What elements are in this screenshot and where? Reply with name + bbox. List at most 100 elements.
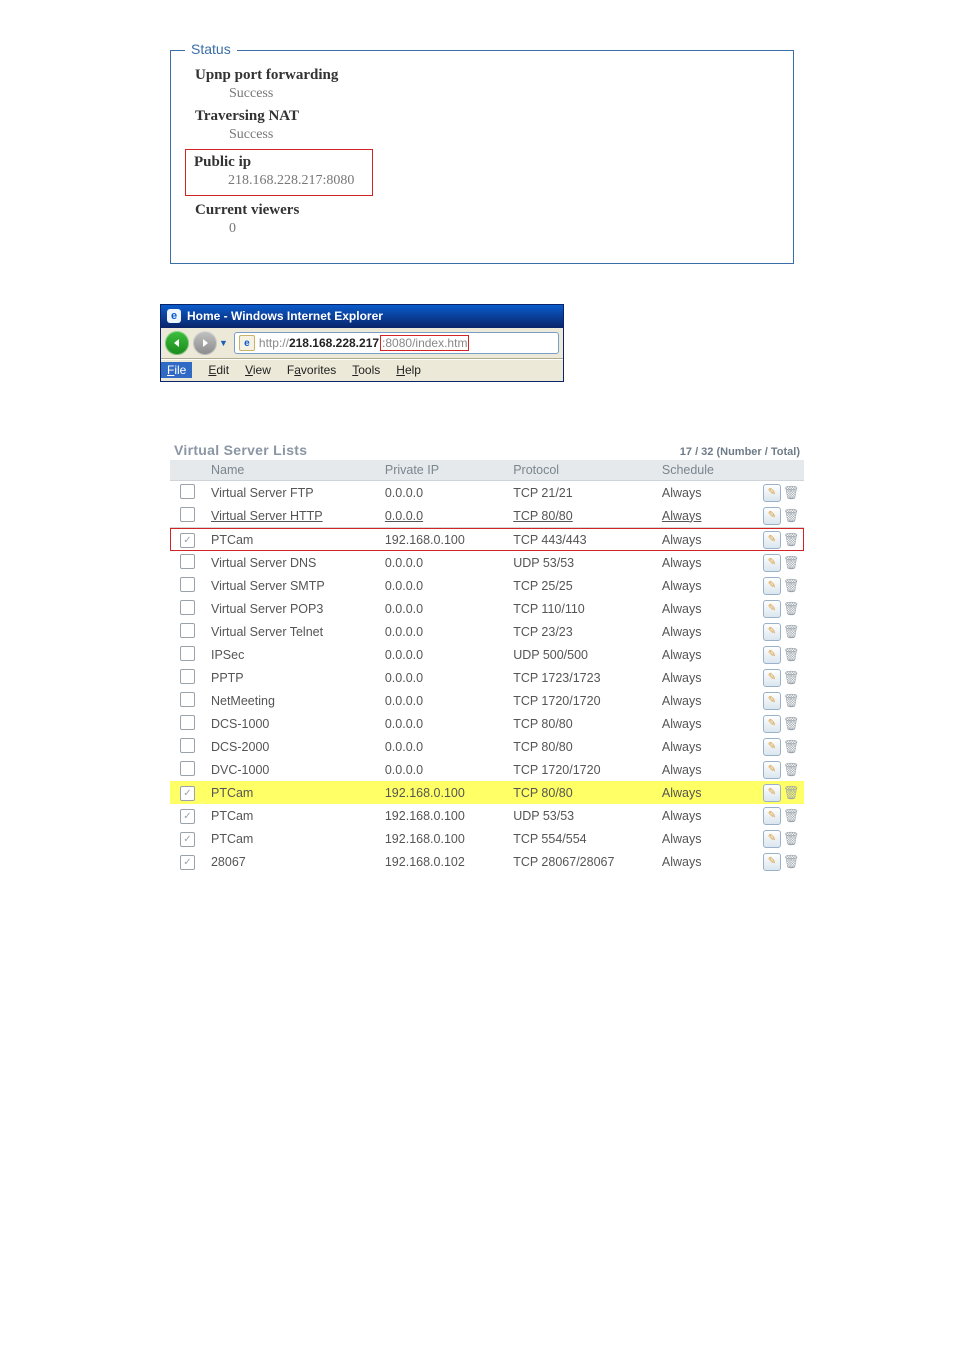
trash-icon[interactable]: 🗑: [784, 785, 798, 801]
trash-icon[interactable]: 🗑: [784, 670, 798, 686]
public-ip-label: Public ip: [194, 154, 368, 171]
row-schedule: Always: [662, 533, 702, 547]
table-row: PPTP0.0.0.0TCP 1723/1723Always✎🗑: [170, 666, 804, 689]
row-checkbox[interactable]: [180, 715, 195, 730]
edit-icon[interactable]: ✎: [763, 853, 781, 871]
row-private-ip: 192.168.0.100: [385, 809, 465, 823]
edit-icon[interactable]: ✎: [763, 807, 781, 825]
menu-file[interactable]: File: [161, 362, 192, 378]
edit-icon[interactable]: ✎: [763, 623, 781, 641]
trash-icon[interactable]: 🗑: [784, 555, 798, 571]
trash-icon[interactable]: 🗑: [784, 716, 798, 732]
table-row: Virtual Server HTTP0.0.0.0TCP 80/80Alway…: [170, 504, 804, 528]
row-checkbox[interactable]: [180, 738, 195, 753]
row-private-ip: 192.168.0.100: [385, 832, 465, 846]
edit-icon[interactable]: ✎: [763, 830, 781, 848]
arrow-left-icon: [171, 337, 183, 349]
edit-icon[interactable]: ✎: [763, 507, 781, 525]
row-protocol: TCP 21/21: [513, 486, 573, 500]
row-private-ip: 0.0.0.0: [385, 579, 423, 593]
row-private-ip: 0.0.0.0: [385, 763, 423, 777]
row-schedule: Always: [662, 832, 702, 846]
row-name: DCS-1000: [211, 717, 269, 731]
row-checkbox[interactable]: [180, 809, 195, 824]
table-row: DCS-20000.0.0.0TCP 80/80Always✎🗑: [170, 735, 804, 758]
edit-icon[interactable]: ✎: [763, 669, 781, 687]
menu-view[interactable]: View: [245, 363, 271, 377]
edit-icon[interactable]: ✎: [763, 692, 781, 710]
col-privateip-header: Private IP: [379, 460, 507, 481]
row-checkbox[interactable]: [180, 484, 195, 499]
row-checkbox[interactable]: [180, 600, 195, 615]
trash-icon[interactable]: 🗑: [784, 739, 798, 755]
ie-logo-icon: e: [167, 309, 181, 323]
table-row: Virtual Server POP30.0.0.0TCP 110/110Alw…: [170, 597, 804, 620]
trash-icon[interactable]: 🗑: [784, 647, 798, 663]
trash-icon[interactable]: 🗑: [784, 762, 798, 778]
row-private-ip: 0.0.0.0: [385, 602, 423, 616]
row-name: PTCam: [211, 786, 253, 800]
row-protocol: TCP 443/443: [513, 533, 586, 547]
trash-icon[interactable]: 🗑: [784, 532, 798, 548]
row-checkbox[interactable]: [180, 554, 195, 569]
row-name: Virtual Server FTP: [211, 486, 314, 500]
menu-favorites[interactable]: Favorites: [287, 363, 336, 377]
col-name-header: Name: [205, 460, 379, 481]
row-schedule: Always: [662, 671, 702, 685]
row-checkbox[interactable]: [180, 761, 195, 776]
upnp-label: Upnp port forwarding: [195, 67, 773, 84]
row-checkbox[interactable]: [180, 577, 195, 592]
address-text: http://218.168.228.217:8080/index.htm: [259, 336, 471, 350]
row-checkbox[interactable]: [180, 832, 195, 847]
forward-button[interactable]: [193, 331, 217, 355]
row-schedule: Always: [662, 786, 702, 800]
row-checkbox[interactable]: [180, 692, 195, 707]
table-row: PTCam192.168.0.100TCP 443/443Always✎🗑: [170, 528, 804, 552]
edit-icon[interactable]: ✎: [763, 784, 781, 802]
edit-icon[interactable]: ✎: [763, 738, 781, 756]
table-row: PTCam192.168.0.100UDP 53/53Always✎🗑: [170, 804, 804, 827]
trash-icon[interactable]: 🗑: [784, 601, 798, 617]
row-private-ip: 0.0.0.0: [385, 717, 423, 731]
row-checkbox[interactable]: [180, 533, 195, 548]
edit-icon[interactable]: ✎: [763, 577, 781, 595]
back-button[interactable]: [165, 331, 189, 355]
trash-icon[interactable]: 🗑: [784, 485, 798, 501]
row-private-ip: 0.0.0.0: [385, 625, 423, 639]
row-checkbox[interactable]: [180, 507, 195, 522]
trash-icon[interactable]: 🗑: [784, 578, 798, 594]
edit-icon[interactable]: ✎: [763, 554, 781, 572]
current-viewers-label: Current viewers: [195, 202, 773, 219]
trash-icon[interactable]: 🗑: [784, 508, 798, 524]
row-protocol: UDP 53/53: [513, 556, 574, 570]
trash-icon[interactable]: 🗑: [784, 693, 798, 709]
row-name: DCS-2000: [211, 740, 269, 754]
row-checkbox[interactable]: [180, 646, 195, 661]
edit-icon[interactable]: ✎: [763, 646, 781, 664]
row-schedule: Always: [662, 579, 702, 593]
row-checkbox[interactable]: [180, 786, 195, 801]
trash-icon[interactable]: 🗑: [784, 808, 798, 824]
trash-icon[interactable]: 🗑: [784, 831, 798, 847]
row-checkbox[interactable]: [180, 855, 195, 870]
row-checkbox[interactable]: [180, 623, 195, 638]
ie-titlebar: e Home - Windows Internet Explorer: [161, 305, 563, 328]
nav-dropdown-icon[interactable]: ▼: [219, 338, 228, 348]
menu-help[interactable]: Help: [396, 363, 421, 377]
trash-icon[interactable]: 🗑: [784, 624, 798, 640]
menu-edit[interactable]: Edit: [208, 363, 229, 377]
edit-icon[interactable]: ✎: [763, 600, 781, 618]
row-name: Virtual Server DNS: [211, 556, 316, 570]
address-bar[interactable]: e http://218.168.228.217:8080/index.htm: [234, 332, 559, 354]
menu-tools[interactable]: Tools: [352, 363, 380, 377]
edit-icon[interactable]: ✎: [763, 484, 781, 502]
row-name: Virtual Server SMTP: [211, 579, 325, 593]
row-checkbox[interactable]: [180, 669, 195, 684]
edit-icon[interactable]: ✎: [763, 761, 781, 779]
traversing-nat-label: Traversing NAT: [195, 108, 773, 125]
edit-icon[interactable]: ✎: [763, 531, 781, 549]
table-row: PTCam192.168.0.100TCP 554/554Always✎🗑: [170, 827, 804, 850]
edit-icon[interactable]: ✎: [763, 715, 781, 733]
trash-icon[interactable]: 🗑: [784, 854, 798, 870]
row-protocol: TCP 554/554: [513, 832, 586, 846]
